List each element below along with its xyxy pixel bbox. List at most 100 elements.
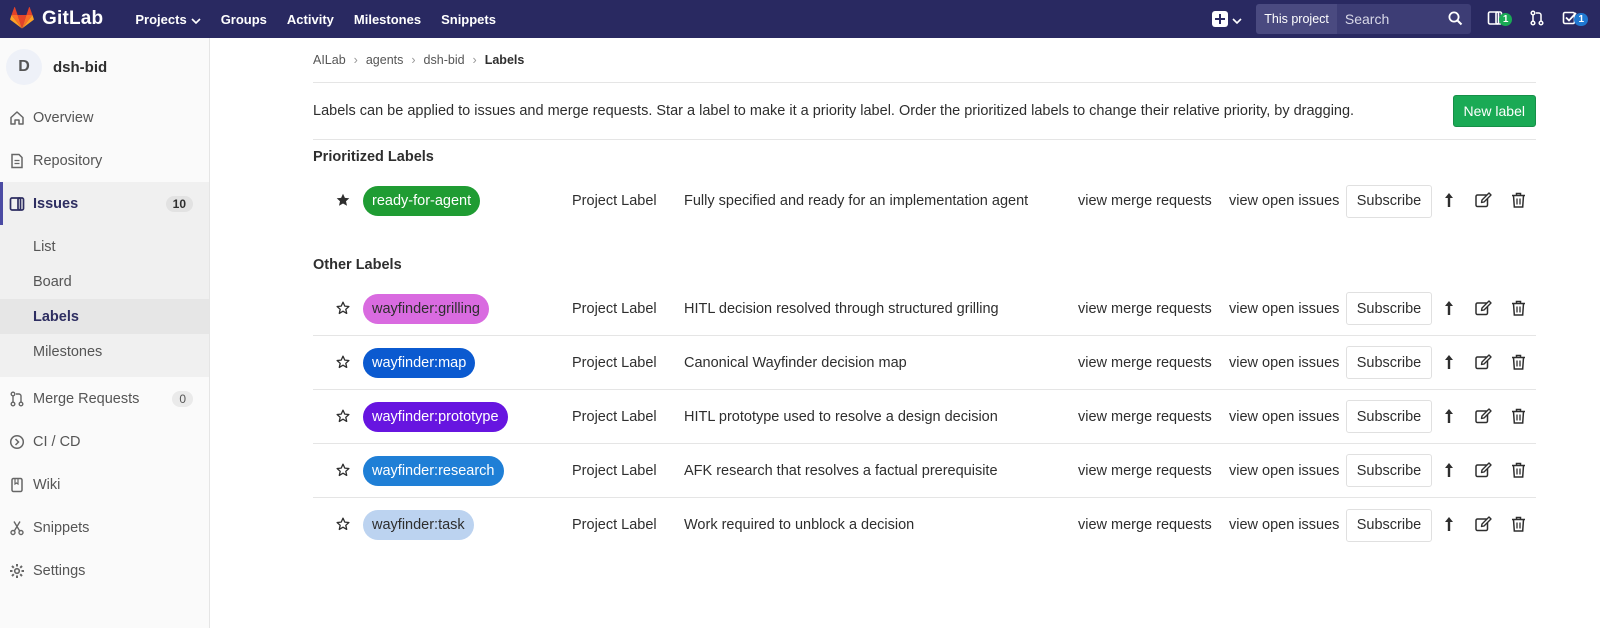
- nav-groups[interactable]: Groups: [221, 12, 267, 27]
- label-type: Project Label: [572, 300, 657, 317]
- label-badge[interactable]: wayfinder:map: [363, 347, 476, 378]
- edit-icon[interactable]: [1475, 192, 1492, 211]
- view-merge-requests-link[interactable]: view merge requests: [1078, 193, 1212, 209]
- sidebar-item-wiki[interactable]: Wiki: [0, 463, 209, 506]
- breadcrumb-dsh-bid[interactable]: dsh-bid: [424, 53, 465, 67]
- star-filled-icon[interactable]: [336, 193, 350, 210]
- search-input[interactable]: [1344, 11, 1445, 27]
- star-outline-icon[interactable]: [336, 463, 350, 480]
- subscribe-button[interactable]: Subscribe: [1346, 346, 1432, 379]
- prioritize-arrow-icon[interactable]: [1443, 192, 1455, 211]
- chevron-right-icon: ›: [472, 53, 477, 67]
- sidebar-item-issues[interactable]: Issues 10: [0, 182, 209, 225]
- star-outline-icon[interactable]: [336, 517, 350, 534]
- trash-icon[interactable]: [1511, 300, 1526, 319]
- sidebar-subitem-milestones[interactable]: Milestones: [0, 334, 209, 369]
- sidebar-subitem-labels[interactable]: Labels: [0, 299, 209, 334]
- label-badge[interactable]: wayfinder:task: [363, 510, 474, 540]
- sidebar-item-merge-requests[interactable]: Merge Requests 0: [0, 377, 209, 420]
- nav-issues-button[interactable]: 1: [1487, 10, 1513, 29]
- issues-submenu: List Board Labels Milestones: [0, 225, 209, 377]
- view-open-issues-link[interactable]: view open issues: [1229, 193, 1339, 209]
- view-merge-requests-link[interactable]: view merge requests: [1078, 301, 1212, 317]
- sidebar-item-ci-cd[interactable]: CI / CD: [0, 420, 209, 463]
- subscribe-button[interactable]: Subscribe: [1346, 454, 1432, 487]
- gitlab-home-link[interactable]: GitLab: [10, 6, 104, 32]
- sidebar-item-snippets[interactable]: Snippets: [0, 506, 209, 549]
- book-icon: [8, 476, 25, 493]
- sidebar-item-label: CI / CD: [33, 433, 81, 450]
- other-labels-title: Other Labels: [313, 257, 402, 273]
- sidebar-item-repository[interactable]: Repository: [0, 139, 209, 182]
- doc-icon: [8, 152, 25, 169]
- sidebar-subitem-board[interactable]: Board: [0, 264, 209, 299]
- gear-icon: [8, 562, 25, 579]
- subscribe-button[interactable]: Subscribe: [1346, 184, 1432, 218]
- view-merge-requests-link[interactable]: view merge requests: [1078, 463, 1212, 479]
- label-description: HITL decision resolved through structure…: [684, 300, 999, 317]
- label-type: Project Label: [572, 193, 657, 209]
- edit-icon[interactable]: [1475, 354, 1492, 373]
- breadcrumb-ailab[interactable]: AILab: [313, 53, 346, 67]
- sidebar-item-overview[interactable]: Overview: [0, 96, 209, 139]
- merge-requests-count: 0: [172, 390, 193, 407]
- search-icon[interactable]: [1448, 11, 1463, 29]
- view-merge-requests-link[interactable]: view merge requests: [1078, 409, 1212, 425]
- view-merge-requests-link[interactable]: view merge requests: [1078, 517, 1212, 533]
- label-description: HITL prototype used to resolve a design …: [684, 408, 998, 425]
- star-outline-icon[interactable]: [336, 409, 350, 426]
- nav-projects[interactable]: Projects: [135, 12, 201, 27]
- subscribe-button[interactable]: Subscribe: [1346, 508, 1432, 542]
- other-labels-list: wayfinder:grilling Project Label HITL de…: [313, 282, 1536, 552]
- edit-icon[interactable]: [1475, 300, 1492, 319]
- breadcrumb-agents[interactable]: agents: [366, 53, 404, 67]
- view-merge-requests-link[interactable]: view merge requests: [1078, 355, 1212, 371]
- sidebar-item-settings[interactable]: Settings: [0, 549, 209, 592]
- nav-activity[interactable]: Activity: [287, 12, 334, 27]
- label-badge[interactable]: wayfinder:prototype: [363, 401, 508, 432]
- search-scope[interactable]: This project: [1256, 4, 1337, 34]
- view-open-issues-link[interactable]: view open issues: [1229, 355, 1339, 371]
- sidebar-item-label: Repository: [33, 152, 103, 169]
- sidebar-item-label: Merge Requests: [33, 390, 140, 407]
- label-badge[interactable]: ready-for-agent: [363, 186, 481, 216]
- prioritized-labels-title: Prioritized Labels: [313, 149, 434, 165]
- trash-icon[interactable]: [1511, 354, 1526, 373]
- prioritize-arrow-icon[interactable]: [1443, 516, 1455, 535]
- prioritize-arrow-icon[interactable]: [1443, 408, 1455, 427]
- trash-icon[interactable]: [1511, 192, 1526, 211]
- sidebar-subitem-list[interactable]: List: [0, 229, 209, 264]
- new-label-button[interactable]: New label: [1452, 95, 1536, 127]
- star-outline-icon[interactable]: [336, 355, 350, 372]
- prioritize-arrow-icon[interactable]: [1443, 300, 1455, 319]
- trash-icon[interactable]: [1511, 516, 1526, 535]
- view-open-issues-link[interactable]: view open issues: [1229, 409, 1339, 425]
- project-header[interactable]: D dsh-bid: [0, 38, 209, 96]
- brand-name: GitLab: [42, 8, 104, 29]
- trash-icon[interactable]: [1511, 408, 1526, 427]
- edit-icon[interactable]: [1475, 516, 1492, 535]
- label-description: Fully specified and ready for an impleme…: [684, 193, 1029, 209]
- view-open-issues-link[interactable]: view open issues: [1229, 301, 1339, 317]
- new-dropdown-button[interactable]: [1212, 11, 1242, 27]
- star-outline-icon[interactable]: [336, 301, 350, 318]
- nav-merge-requests-button[interactable]: [1530, 9, 1544, 29]
- label-badge[interactable]: wayfinder:grilling: [363, 293, 489, 324]
- prioritize-arrow-icon[interactable]: [1443, 354, 1455, 373]
- edit-icon[interactable]: [1475, 462, 1492, 481]
- label-row: wayfinder:prototype Project Label HITL p…: [313, 390, 1536, 444]
- sidebar-item-label: Settings: [33, 562, 86, 579]
- trash-icon[interactable]: [1511, 462, 1526, 481]
- view-open-issues-link[interactable]: view open issues: [1229, 517, 1339, 533]
- edit-icon[interactable]: [1475, 408, 1492, 427]
- breadcrumb-labels[interactable]: Labels: [485, 53, 525, 67]
- label-type: Project Label: [572, 462, 657, 479]
- label-badge[interactable]: wayfinder:research: [363, 455, 504, 486]
- subscribe-button[interactable]: Subscribe: [1346, 292, 1432, 325]
- subscribe-button[interactable]: Subscribe: [1346, 400, 1432, 433]
- prioritize-arrow-icon[interactable]: [1443, 462, 1455, 481]
- nav-snippets[interactable]: Snippets: [441, 12, 496, 27]
- view-open-issues-link[interactable]: view open issues: [1229, 463, 1339, 479]
- nav-milestones[interactable]: Milestones: [354, 12, 421, 27]
- nav-todos-button[interactable]: 1: [1562, 10, 1588, 29]
